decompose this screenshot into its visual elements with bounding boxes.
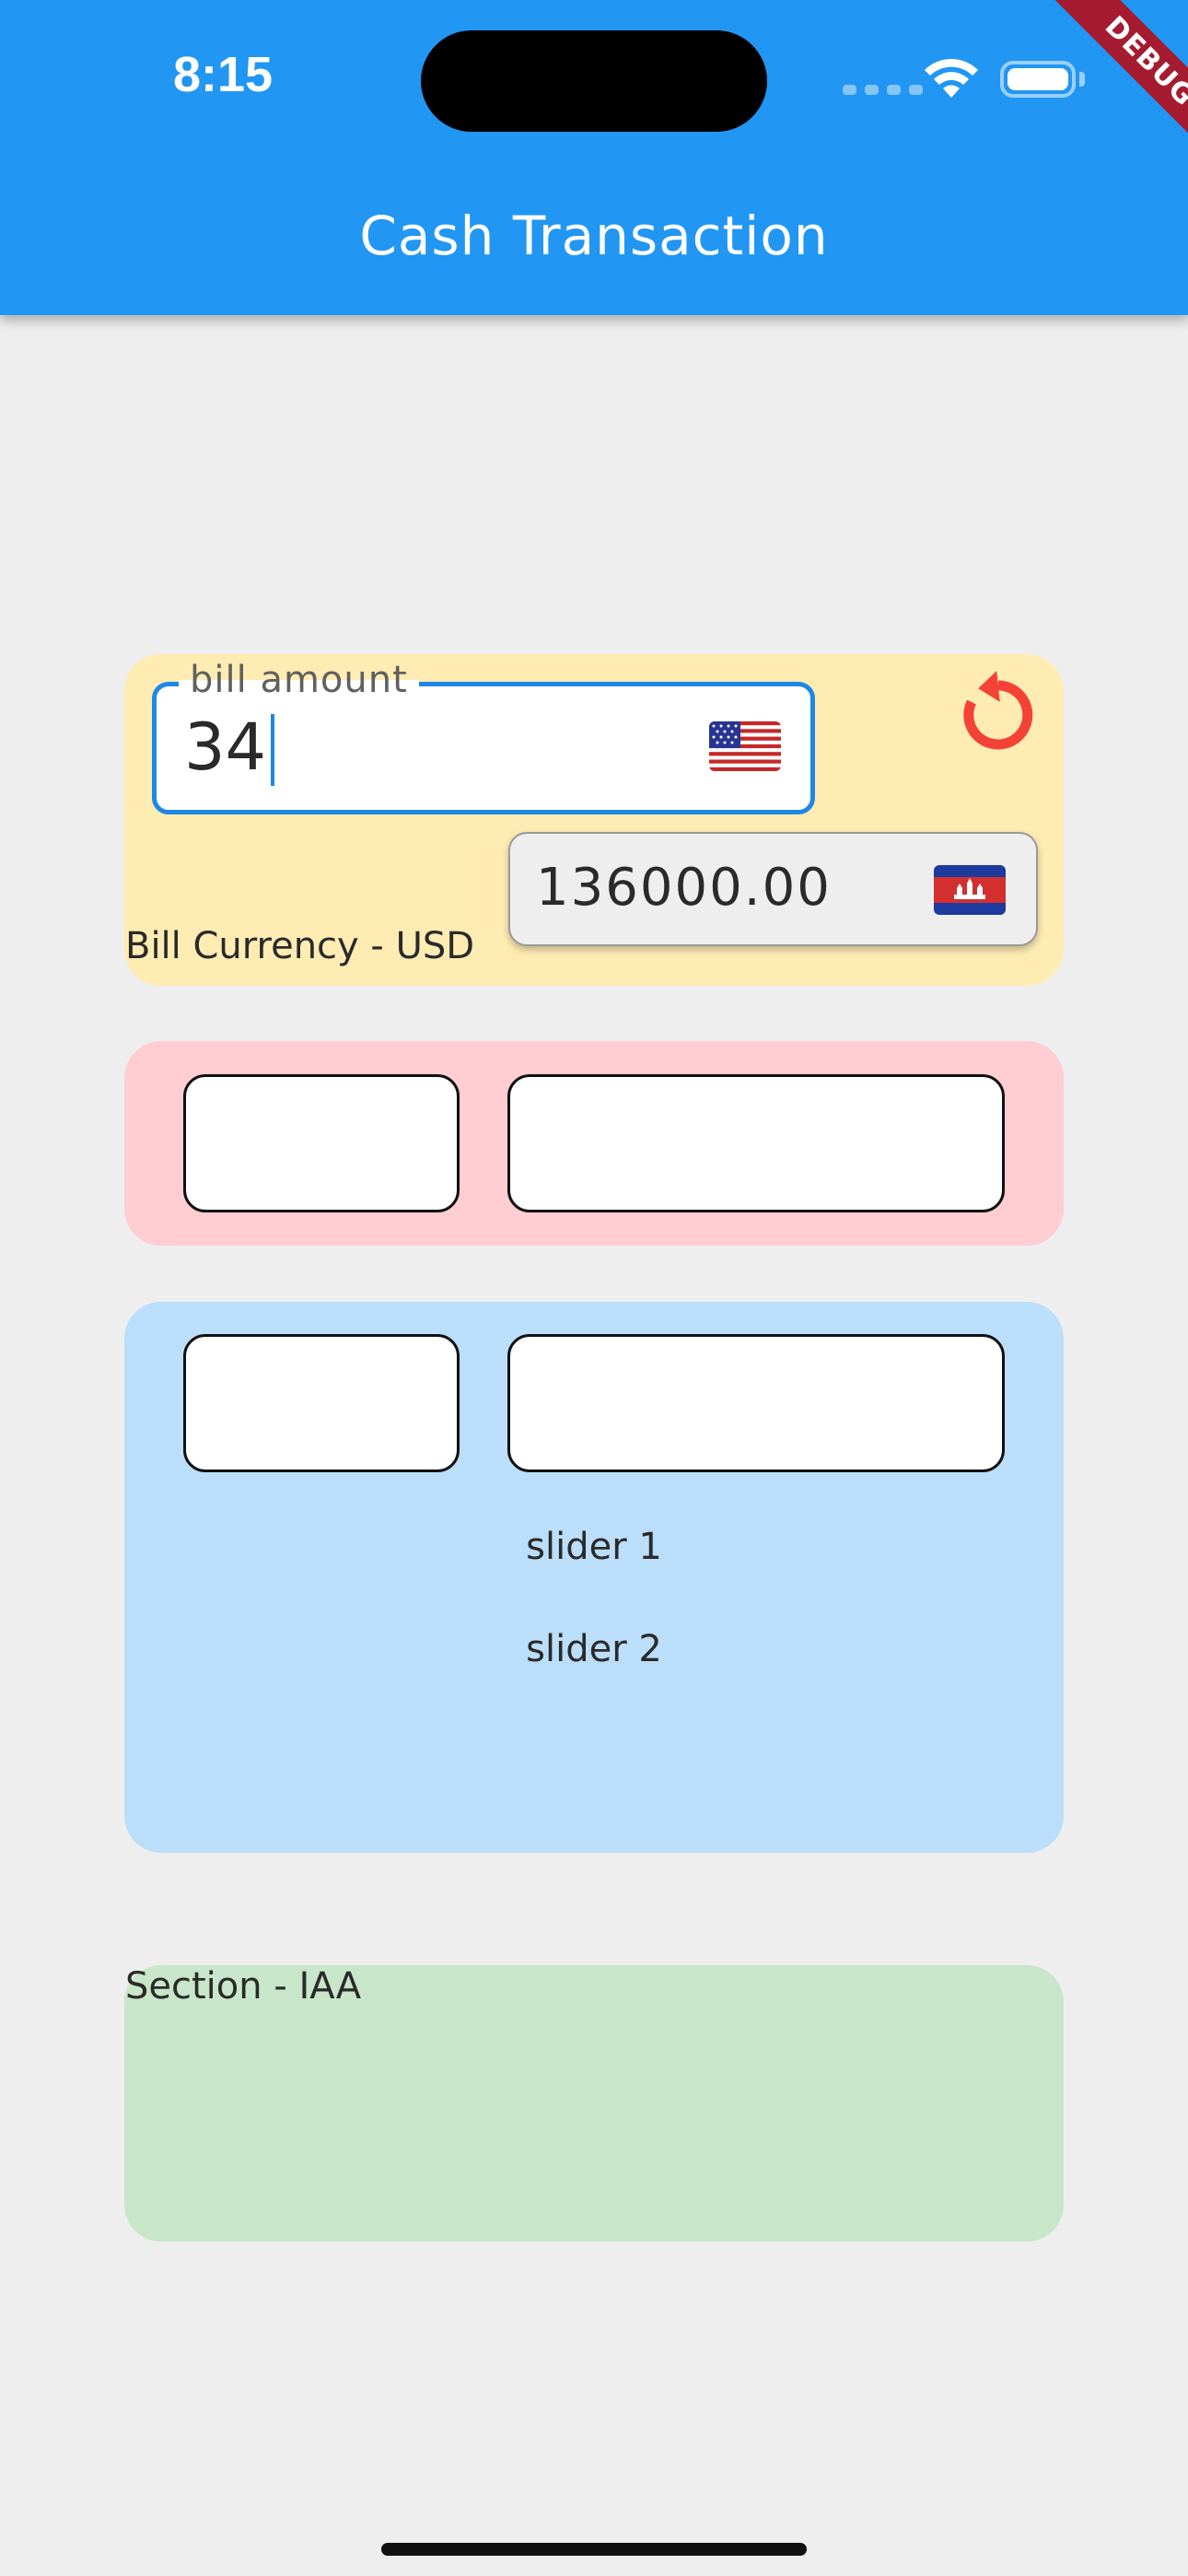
debug-banner: DEBUG (1013, 0, 1188, 175)
red-section-small-box[interactable] (183, 1074, 460, 1212)
text-cursor (271, 714, 274, 786)
bill-amount-value[interactable]: 34 (184, 710, 266, 784)
app-bar: 8:15 Cash Transaction (0, 0, 1188, 315)
blue-section-small-box[interactable] (183, 1334, 460, 1472)
wifi-icon (925, 58, 978, 98)
converted-amount-field: 136000.00 (508, 832, 1038, 946)
bill-currency-label: Bill Currency - USD (125, 925, 475, 967)
refresh-icon[interactable] (954, 671, 1042, 759)
page-title: Cash Transaction (359, 205, 829, 267)
home-indicator[interactable] (381, 2543, 807, 2556)
cambodia-flag-icon (934, 865, 1006, 915)
bill-amount-label: bill amount (179, 659, 419, 701)
cellular-signal-icon (843, 85, 923, 95)
red-section-large-box[interactable] (507, 1074, 1005, 1212)
bill-amount-input[interactable]: bill amount 34 (152, 659, 815, 814)
status-time: 8:15 (173, 47, 274, 102)
slider-2-label: slider 2 (526, 1628, 662, 1670)
us-flag-icon (709, 721, 781, 771)
iaa-section-label: Section - IAA (125, 1965, 362, 2008)
slider-1-label: slider 1 (526, 1526, 662, 1568)
blue-section-large-box[interactable] (507, 1334, 1005, 1472)
dynamic-island (421, 30, 767, 132)
debug-label: DEBUG (1042, 0, 1188, 170)
converted-amount-value: 136000.00 (536, 858, 832, 918)
